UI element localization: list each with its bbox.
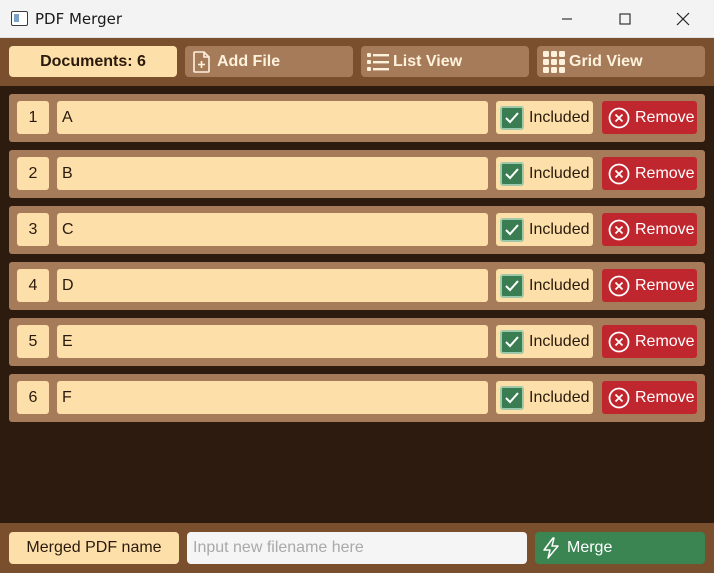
file-plus-icon bbox=[191, 50, 213, 73]
document-name: E bbox=[57, 325, 488, 358]
close-icon bbox=[676, 12, 690, 26]
document-row: 4 D Included Remove bbox=[9, 262, 705, 310]
remove-label: Remove bbox=[635, 108, 695, 126]
remove-label: Remove bbox=[635, 332, 695, 350]
title-bar: PDF Merger bbox=[0, 0, 714, 38]
maximize-icon bbox=[619, 13, 631, 25]
footer: Merged PDF name Merge bbox=[0, 523, 714, 573]
close-circle-icon bbox=[608, 219, 630, 241]
included-label: Included bbox=[529, 276, 590, 294]
document-row: 5 E Included Remove bbox=[9, 318, 705, 366]
document-name: C bbox=[57, 213, 488, 246]
included-toggle[interactable]: Included bbox=[496, 381, 593, 414]
lightning-icon bbox=[541, 537, 563, 559]
list-icon bbox=[367, 51, 389, 73]
remove-label: Remove bbox=[635, 276, 695, 294]
add-file-label: Add File bbox=[217, 52, 281, 70]
close-circle-icon bbox=[608, 387, 630, 409]
checkbox-checked-icon[interactable] bbox=[500, 329, 524, 354]
included-toggle[interactable]: Included bbox=[496, 157, 593, 190]
document-index: 2 bbox=[17, 157, 49, 190]
checkbox-checked-icon[interactable] bbox=[500, 385, 524, 410]
merge-label: Merge bbox=[567, 539, 613, 556]
list-view-label: List View bbox=[393, 52, 463, 70]
document-row: 1 A Included Remove bbox=[9, 94, 705, 142]
document-name: D bbox=[57, 269, 488, 302]
remove-button[interactable]: Remove bbox=[602, 101, 697, 134]
filename-input[interactable] bbox=[187, 532, 527, 564]
minimize-icon bbox=[562, 18, 572, 20]
included-toggle[interactable]: Included bbox=[496, 269, 593, 302]
merge-button[interactable]: Merge bbox=[535, 532, 705, 564]
remove-label: Remove bbox=[635, 388, 695, 406]
included-toggle[interactable]: Included bbox=[496, 325, 593, 358]
document-index: 1 bbox=[17, 101, 49, 134]
document-row: 3 C Included Remove bbox=[9, 206, 705, 254]
document-index: 5 bbox=[17, 325, 49, 358]
remove-button[interactable]: Remove bbox=[602, 157, 697, 190]
remove-button[interactable]: Remove bbox=[602, 269, 697, 302]
list-view-button[interactable]: List View bbox=[361, 46, 529, 77]
checkbox-checked-icon[interactable] bbox=[500, 217, 524, 242]
remove-button[interactable]: Remove bbox=[602, 381, 697, 414]
checkbox-checked-icon[interactable] bbox=[500, 105, 524, 130]
document-index: 6 bbox=[17, 381, 49, 414]
close-circle-icon bbox=[608, 163, 630, 185]
close-circle-icon bbox=[608, 275, 630, 297]
maximize-button[interactable] bbox=[596, 0, 654, 38]
included-toggle[interactable]: Included bbox=[496, 213, 593, 246]
grid-view-button[interactable]: Grid View bbox=[537, 46, 705, 77]
checkbox-checked-icon[interactable] bbox=[500, 161, 524, 186]
close-button[interactable] bbox=[654, 0, 712, 38]
document-list: 1 A Included Remove 2 B Included Remove … bbox=[0, 86, 714, 523]
included-toggle[interactable]: Included bbox=[496, 101, 593, 134]
add-file-button[interactable]: Add File bbox=[185, 46, 353, 77]
close-circle-icon bbox=[608, 331, 630, 353]
included-label: Included bbox=[529, 388, 590, 406]
document-row: 6 F Included Remove bbox=[9, 374, 705, 422]
document-row: 2 B Included Remove bbox=[9, 150, 705, 198]
included-label: Included bbox=[529, 220, 590, 238]
document-index: 3 bbox=[17, 213, 49, 246]
minimize-button[interactable] bbox=[538, 0, 596, 38]
remove-button[interactable]: Remove bbox=[602, 325, 697, 358]
merged-name-label: Merged PDF name bbox=[9, 532, 179, 564]
document-index: 4 bbox=[17, 269, 49, 302]
included-label: Included bbox=[529, 332, 590, 350]
checkbox-checked-icon[interactable] bbox=[500, 273, 524, 298]
document-name: F bbox=[57, 381, 488, 414]
document-count: Documents: 6 bbox=[9, 46, 177, 77]
remove-button[interactable]: Remove bbox=[602, 213, 697, 246]
remove-label: Remove bbox=[635, 220, 695, 238]
toolbar: Documents: 6 Add File List View Grid Vie… bbox=[0, 38, 714, 86]
included-label: Included bbox=[529, 108, 590, 126]
app-icon bbox=[11, 11, 28, 26]
included-label: Included bbox=[529, 164, 590, 182]
document-name: B bbox=[57, 157, 488, 190]
remove-label: Remove bbox=[635, 164, 695, 182]
close-circle-icon bbox=[608, 107, 630, 129]
grid-icon bbox=[543, 50, 565, 73]
grid-view-label: Grid View bbox=[569, 52, 643, 70]
document-name: A bbox=[57, 101, 488, 134]
window-title: PDF Merger bbox=[35, 10, 122, 28]
